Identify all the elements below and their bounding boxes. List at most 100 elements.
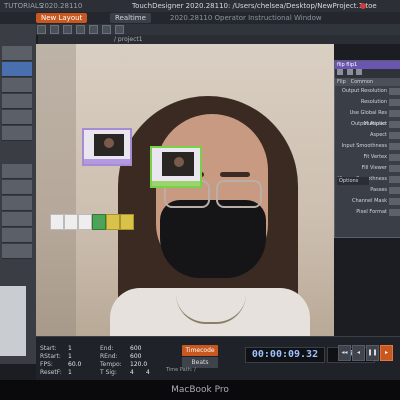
grid-icon[interactable] bbox=[75, 25, 85, 34]
palette-item[interactable] bbox=[2, 164, 32, 179]
play-icon[interactable]: ▸ bbox=[380, 345, 393, 361]
window-title: TouchDesigner 2020.28110: /Users/chelsea… bbox=[132, 2, 377, 10]
home-icon[interactable] bbox=[37, 25, 46, 34]
breadcrumb[interactable]: / project1 bbox=[114, 35, 143, 44]
version-label: 2020.28110 bbox=[40, 2, 83, 10]
param-value-field[interactable] bbox=[389, 121, 400, 128]
param-value-field[interactable] bbox=[389, 176, 400, 183]
pause-icon[interactable]: ❚❚ bbox=[366, 345, 379, 361]
param-rows: Output Resolution Resolution Use Global Re… bbox=[335, 86, 400, 218]
param-row: Resolution bbox=[335, 97, 400, 108]
palette-preview-thumbnail bbox=[0, 286, 26, 356]
fps-field[interactable]: 60.0 bbox=[68, 361, 81, 368]
tempo-field[interactable]: 120.0 bbox=[130, 361, 147, 368]
palette-item[interactable] bbox=[2, 180, 32, 195]
param-row: Output Resolution bbox=[335, 86, 400, 97]
layout-bar: New Layout Realtime 2020.28110 Operator … bbox=[0, 12, 400, 24]
palette-item[interactable] bbox=[2, 126, 32, 141]
param-icons-row bbox=[335, 69, 400, 78]
tab-flip[interactable]: Flip bbox=[337, 79, 346, 85]
back-icon[interactable] bbox=[49, 25, 59, 34]
end-field[interactable]: 600 bbox=[130, 345, 141, 352]
screen: TUTORIALS 2020.28110 TouchDesigner 2020.… bbox=[0, 0, 400, 380]
palette-browser bbox=[0, 24, 36, 364]
palette-item-selected[interactable] bbox=[2, 62, 32, 77]
top-node-flip-selected[interactable] bbox=[150, 146, 202, 188]
param-value-field[interactable] bbox=[389, 132, 400, 139]
search-icon[interactable] bbox=[101, 25, 111, 34]
palette-item[interactable] bbox=[2, 212, 32, 227]
rewind-icon[interactable]: ◂◂ bbox=[338, 345, 351, 361]
resetf-field[interactable]: 1 bbox=[68, 369, 72, 376]
param-label: Output Resolution bbox=[341, 88, 387, 94]
palette-item[interactable] bbox=[2, 94, 32, 109]
param-value-field[interactable] bbox=[389, 154, 400, 161]
background-shade bbox=[36, 44, 76, 336]
op-node[interactable] bbox=[120, 214, 134, 230]
person-face-mask bbox=[160, 200, 266, 278]
op-node[interactable] bbox=[78, 214, 92, 230]
start-field[interactable]: 1 bbox=[68, 345, 72, 352]
tab-realtime[interactable]: Realtime bbox=[110, 13, 151, 23]
param-label: Fill Viewer bbox=[361, 165, 387, 171]
param-tabs: Flip Common bbox=[335, 78, 400, 86]
palette-item[interactable] bbox=[2, 78, 32, 93]
step-back-icon[interactable]: ◂ bbox=[352, 345, 365, 361]
param-value-field[interactable] bbox=[389, 88, 400, 95]
palette-item[interactable] bbox=[2, 46, 32, 61]
param-value-field[interactable] bbox=[389, 99, 400, 106]
param-row: Channel Mask bbox=[335, 196, 400, 207]
gear-icon[interactable] bbox=[356, 69, 363, 75]
param-label: Aspect bbox=[370, 132, 387, 138]
list-icon[interactable] bbox=[88, 25, 98, 34]
palette-item[interactable] bbox=[2, 110, 32, 125]
info-icon[interactable] bbox=[346, 69, 353, 75]
param-row: Fit Vertex bbox=[335, 152, 400, 163]
param-row: Pixel Format bbox=[335, 207, 400, 218]
rend-field[interactable]: 600 bbox=[130, 353, 141, 360]
param-label: Passes bbox=[370, 187, 387, 193]
tsig-numerator[interactable]: 4 bbox=[130, 369, 134, 376]
param-label: Pixel Format bbox=[356, 209, 387, 215]
timecode-display: 00:00:09.32 bbox=[245, 347, 325, 363]
op-chain bbox=[46, 214, 136, 230]
forward-icon[interactable] bbox=[62, 25, 72, 34]
tab-new-layout[interactable]: New Layout bbox=[36, 13, 88, 23]
tab-common[interactable]: Common bbox=[351, 79, 374, 85]
tutorials-menu[interactable]: TUTORIALS bbox=[4, 0, 43, 12]
help-icon[interactable] bbox=[337, 69, 343, 75]
op-node[interactable] bbox=[50, 214, 64, 230]
param-label: Resolution bbox=[360, 99, 387, 105]
param-value-field[interactable] bbox=[389, 187, 400, 194]
top-node-videodevin[interactable] bbox=[82, 128, 132, 166]
param-label: Input Smoothness bbox=[341, 143, 387, 149]
title-bar: TUTORIALS 2020.28110 TouchDesigner 2020.… bbox=[0, 0, 400, 12]
param-row: Fill Viewer bbox=[335, 163, 400, 174]
timecode-button[interactable]: Timecode bbox=[182, 345, 218, 356]
param-row: Passes bbox=[335, 185, 400, 196]
path-bar: / project1 bbox=[38, 35, 400, 44]
tsig-denominator[interactable]: 4 bbox=[146, 369, 150, 376]
param-value-field[interactable] bbox=[389, 143, 400, 150]
param-row: Use Global Res Multiplier bbox=[335, 108, 400, 127]
palette-item[interactable] bbox=[2, 228, 32, 243]
param-row: Output Aspect bbox=[335, 119, 400, 130]
palette-item[interactable] bbox=[2, 196, 32, 211]
param-value-field[interactable] bbox=[389, 209, 400, 216]
palette-item[interactable] bbox=[2, 244, 32, 259]
rstart-field[interactable]: 1 bbox=[68, 353, 72, 360]
param-page-select[interactable]: Options bbox=[337, 177, 369, 185]
toolbar-subtitle: 2020.28110 Operator Instructional Window bbox=[170, 14, 322, 22]
record-indicator-icon bbox=[360, 3, 366, 9]
param-value-field[interactable] bbox=[389, 165, 400, 172]
settings-icon[interactable] bbox=[114, 25, 124, 34]
param-value-field[interactable] bbox=[389, 198, 400, 205]
param-value-field[interactable] bbox=[389, 110, 400, 117]
op-node[interactable] bbox=[106, 214, 120, 230]
network-editor[interactable] bbox=[36, 44, 334, 336]
op-node[interactable] bbox=[92, 214, 106, 230]
op-node[interactable] bbox=[64, 214, 78, 230]
param-label: Channel Mask bbox=[352, 198, 387, 204]
device-label: MacBook Pro bbox=[0, 380, 400, 400]
param-row: Aspect bbox=[335, 130, 400, 141]
